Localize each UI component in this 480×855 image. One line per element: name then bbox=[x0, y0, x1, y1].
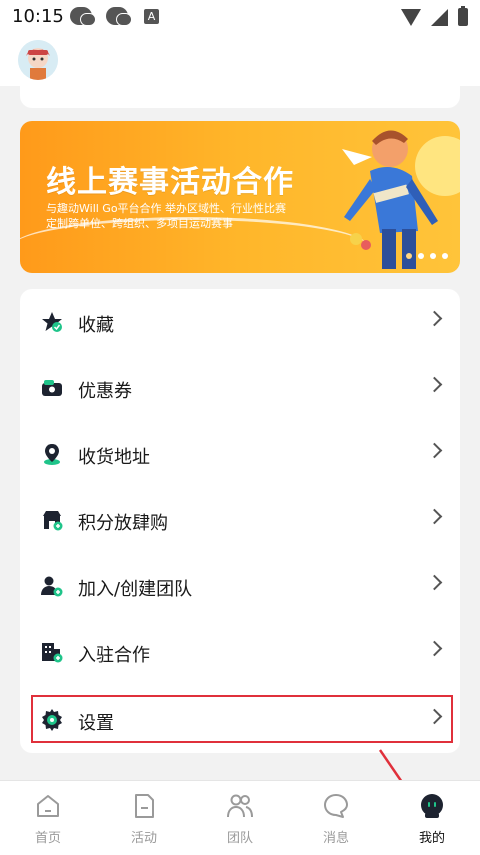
star-icon bbox=[42, 312, 62, 332]
promo-banner[interactable]: 线上赛事活动合作 与趣动Will Go平台合作 举办区域性、行业性比赛 定制跨单… bbox=[20, 121, 460, 273]
menu-item-partnership[interactable]: 入驻合作 bbox=[20, 619, 460, 685]
banner-pagination[interactable] bbox=[406, 253, 448, 259]
chevron-right-icon bbox=[426, 442, 443, 459]
wechat-icon bbox=[70, 7, 96, 26]
coupon-icon bbox=[42, 380, 62, 396]
chevron-right-icon bbox=[426, 508, 443, 525]
tab-label: 活动 bbox=[130, 831, 157, 846]
status-time: 10:15 bbox=[12, 6, 64, 27]
avatar[interactable] bbox=[18, 40, 58, 80]
tab-label: 消息 bbox=[322, 831, 349, 846]
profile-icon bbox=[421, 794, 443, 818]
pagination-dot[interactable] bbox=[430, 253, 436, 259]
tab-activity[interactable]: 活动 bbox=[96, 781, 192, 855]
tab-team[interactable]: 团队 bbox=[192, 781, 288, 855]
tab-messages[interactable]: 消息 bbox=[288, 781, 384, 855]
add-user-icon bbox=[41, 576, 63, 597]
menu-list: 收藏 优惠券 收货地址 积分放肆购 加入/创建团队 入驻合作 设置 bbox=[20, 289, 460, 753]
building-icon bbox=[42, 643, 63, 663]
tab-label: 首页 bbox=[34, 831, 61, 846]
menu-item-address[interactable]: 收货地址 bbox=[20, 421, 460, 487]
status-bar: 10:15 A bbox=[0, 0, 480, 34]
profile-card-bottom bbox=[20, 86, 460, 108]
avatar-image bbox=[18, 40, 58, 80]
chevron-right-icon bbox=[426, 376, 443, 393]
menu-label: 优惠券 bbox=[78, 381, 132, 402]
pagination-dot[interactable] bbox=[442, 253, 448, 259]
notification-icons: A bbox=[70, 7, 159, 26]
menu-label: 加入/创建团队 bbox=[78, 579, 193, 600]
menu-label: 入驻合作 bbox=[78, 645, 150, 666]
tab-label: 团队 bbox=[226, 831, 253, 846]
shop-icon bbox=[43, 511, 63, 531]
menu-item-join-team[interactable]: 加入/创建团队 bbox=[20, 553, 460, 619]
home-icon bbox=[37, 795, 59, 817]
tab-home[interactable]: 首页 bbox=[0, 781, 96, 855]
pagination-dot[interactable] bbox=[406, 253, 412, 259]
banner-subtitle-line2: 定制跨单位、跨组织、多项目运动赛事 bbox=[46, 217, 233, 230]
chevron-right-icon bbox=[426, 310, 443, 327]
signal-icon bbox=[431, 8, 448, 26]
profile-header bbox=[0, 34, 480, 86]
menu-item-favorites[interactable]: 收藏 bbox=[20, 289, 460, 355]
activity-icon bbox=[135, 794, 154, 818]
menu-item-coupons[interactable]: 优惠券 bbox=[20, 355, 460, 421]
a-badge-icon: A bbox=[144, 9, 159, 24]
settings-highlight-box bbox=[31, 695, 453, 743]
menu-label: 积分放肆购 bbox=[78, 513, 168, 534]
chevron-right-icon bbox=[426, 640, 443, 657]
system-icons bbox=[401, 6, 468, 26]
message-icon bbox=[324, 794, 348, 818]
wifi-icon bbox=[401, 8, 421, 26]
menu-label: 收藏 bbox=[78, 315, 114, 336]
pagination-dot[interactable] bbox=[418, 253, 424, 259]
banner-subtitle-line1: 与趣动Will Go平台合作 举办区域性、行业性比赛 bbox=[46, 202, 287, 215]
tab-profile[interactable]: 我的 bbox=[384, 781, 480, 855]
menu-label: 收货地址 bbox=[78, 447, 150, 468]
menu-item-points-shop[interactable]: 积分放肆购 bbox=[20, 487, 460, 553]
banner-illustration bbox=[342, 130, 460, 269]
bottom-tab-bar: 首页 活动 团队 消息 我的 bbox=[0, 780, 480, 855]
banner-subtitle: 与趣动Will Go平台合作 举办区域性、行业性比赛 定制跨单位、跨组织、多项目… bbox=[46, 201, 316, 231]
banner-title: 线上赛事活动合作 bbox=[46, 165, 294, 200]
team-icon bbox=[227, 794, 253, 818]
chevron-right-icon bbox=[426, 574, 443, 591]
battery-icon bbox=[458, 6, 468, 26]
wechat-icon bbox=[106, 7, 132, 26]
tab-label: 我的 bbox=[418, 831, 445, 846]
location-icon bbox=[44, 444, 60, 465]
